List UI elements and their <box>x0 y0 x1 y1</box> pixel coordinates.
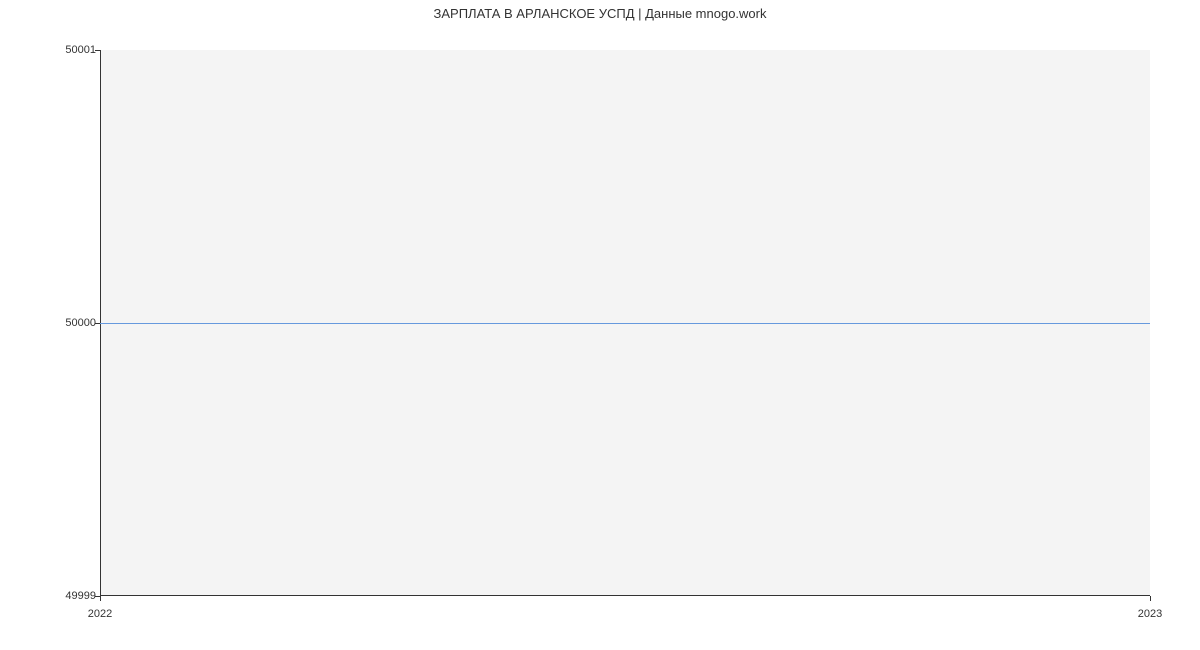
x-tick-mark <box>100 596 101 601</box>
x-tick-label: 2023 <box>1138 608 1162 620</box>
x-tick-label: 2022 <box>88 608 112 620</box>
data-line <box>100 323 1150 324</box>
y-tick-label: 50001 <box>65 44 96 56</box>
y-tick-label: 49999 <box>65 590 96 602</box>
y-tick-mark <box>95 50 100 51</box>
x-tick-mark <box>1150 596 1151 601</box>
chart-title: ЗАРПЛАТА В АРЛАНСКОЕ УСПД | Данные mnogo… <box>0 6 1200 21</box>
y-tick-label: 50000 <box>65 317 96 329</box>
